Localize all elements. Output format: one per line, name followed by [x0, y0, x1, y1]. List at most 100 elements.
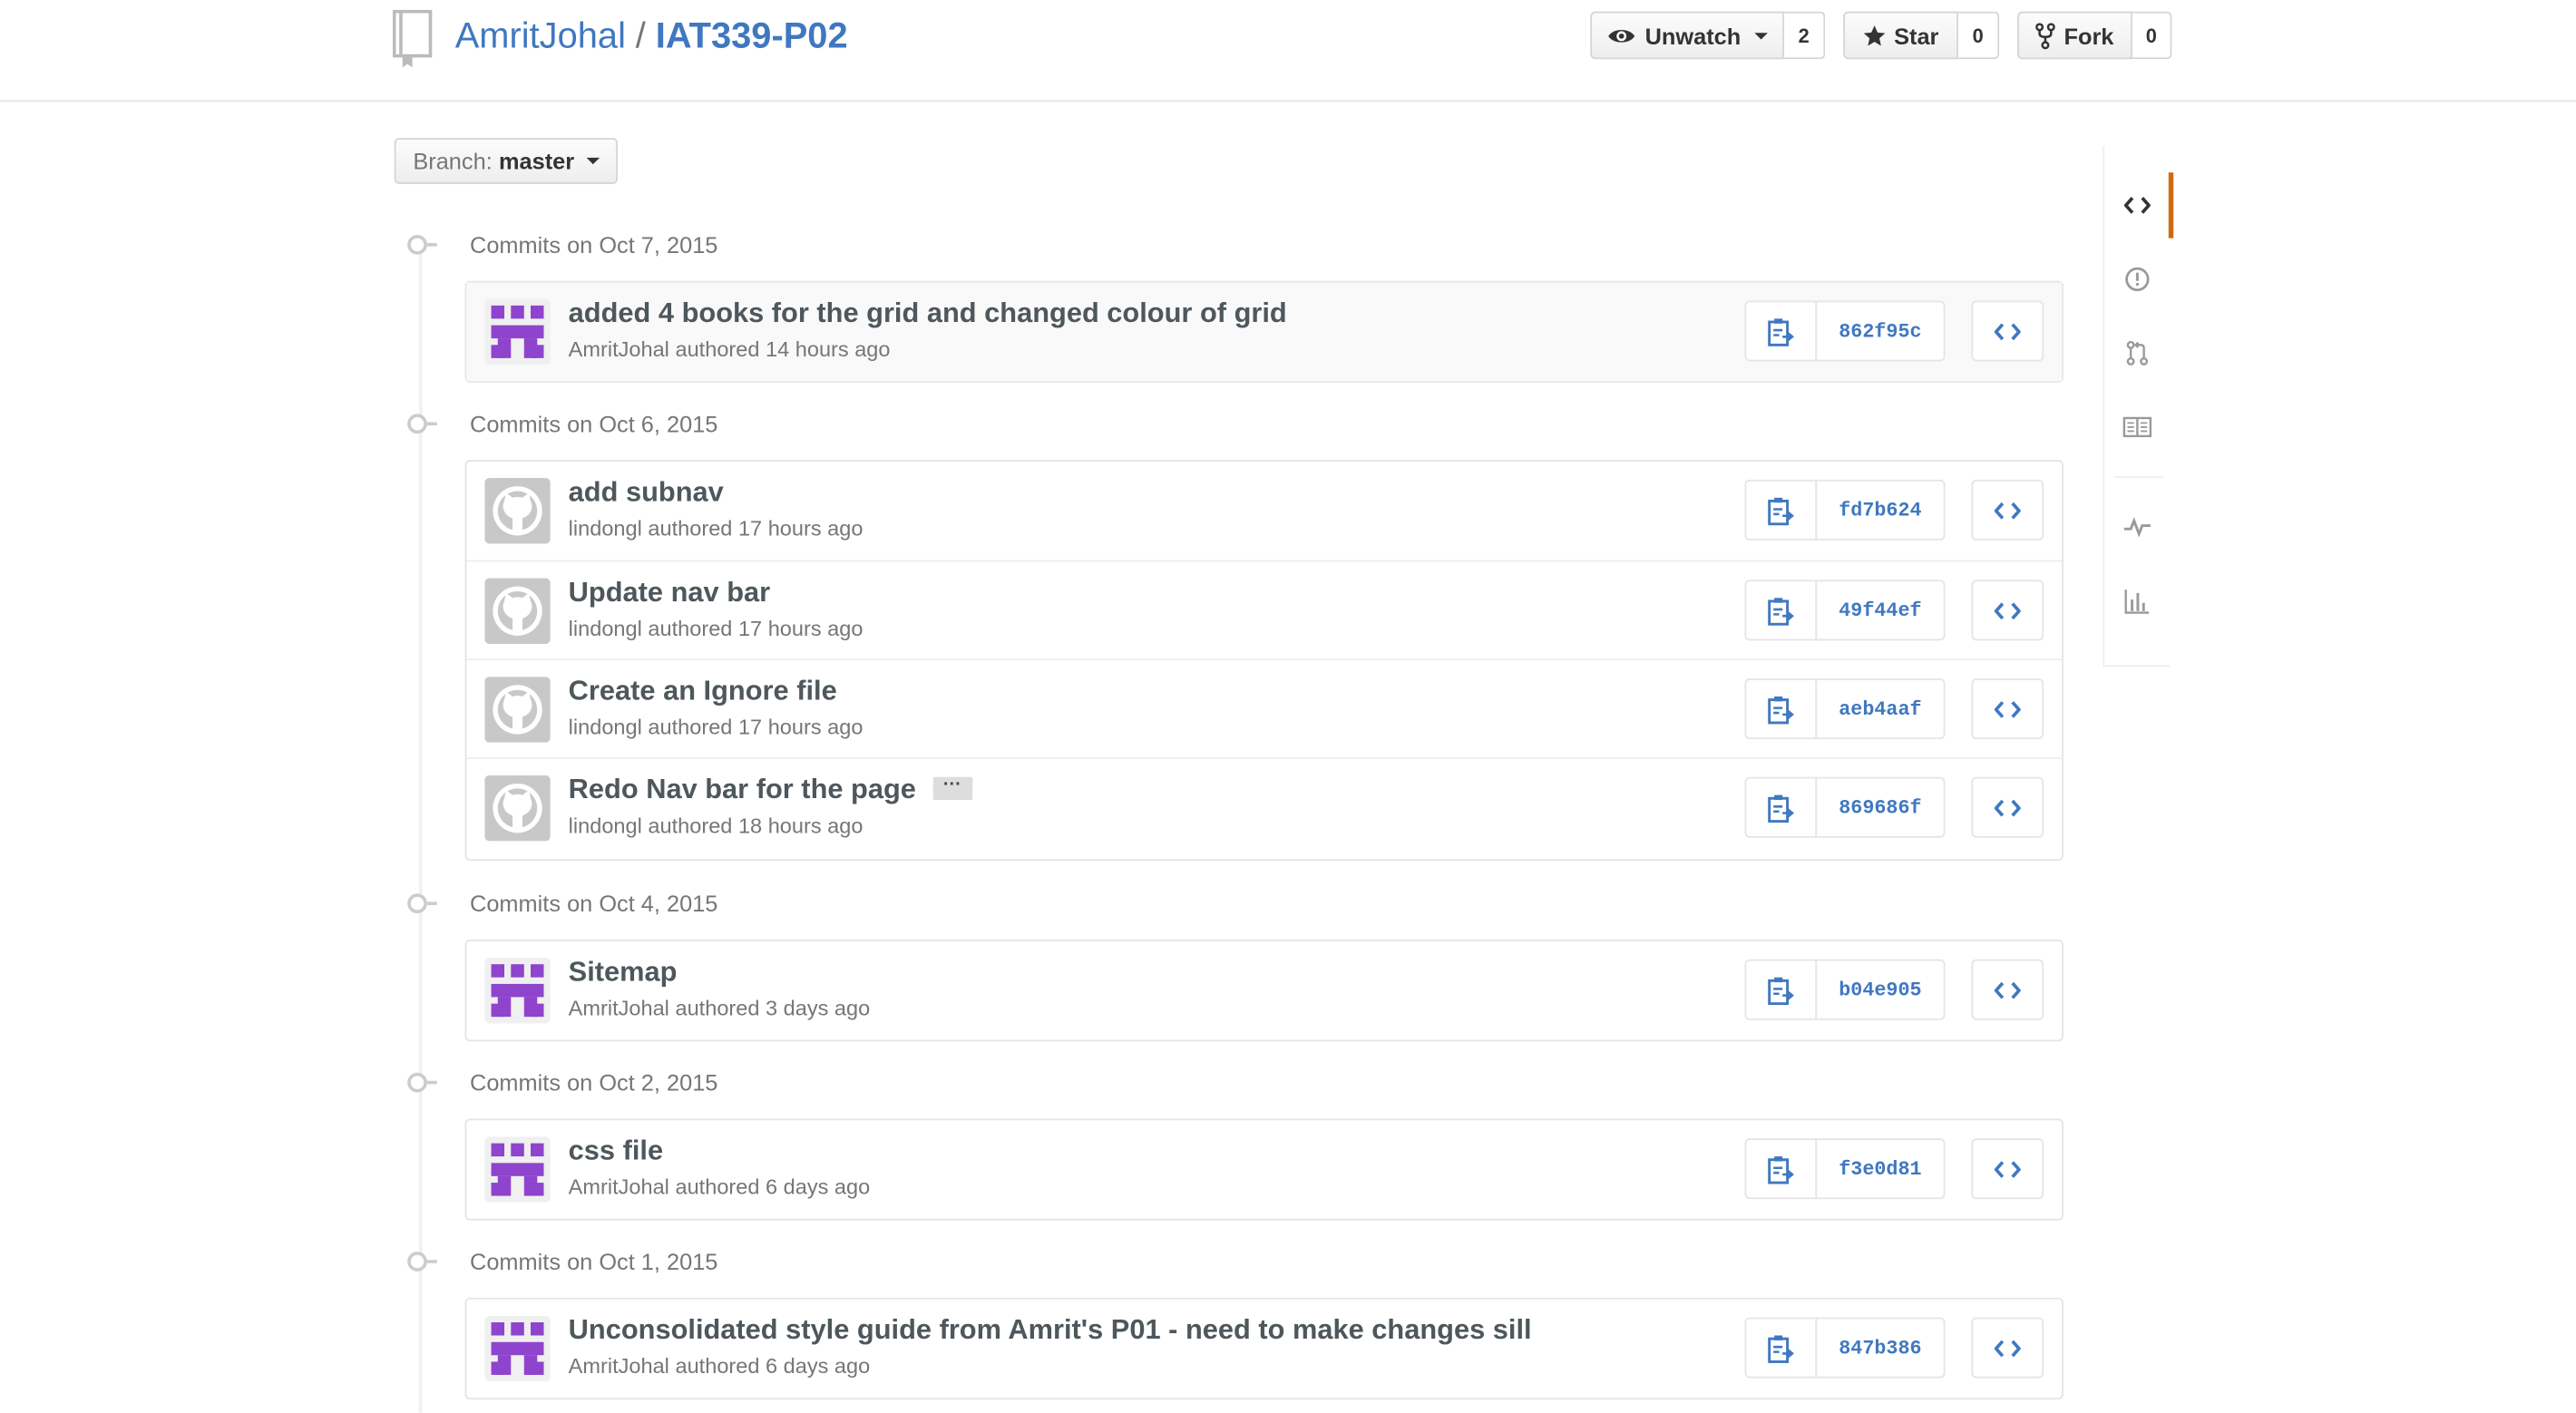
commit-sha-link[interactable]: 49f44ef: [1815, 580, 1946, 641]
copy-sha-button[interactable]: [1744, 300, 1818, 362]
nav-issues[interactable]: [2104, 247, 2170, 312]
copy-sha-button[interactable]: [1744, 1317, 1818, 1379]
browse-code-button[interactable]: [1971, 580, 2044, 641]
commit-group: Sitemap AmritJohal authored 3 days ago b…: [464, 940, 2064, 1042]
commit-sha-link[interactable]: 847b386: [1815, 1317, 1946, 1379]
repo-separator: /: [635, 15, 646, 56]
commit-sha-link[interactable]: 869686f: [1815, 776, 1946, 838]
commit-dot-icon: [407, 1072, 427, 1093]
browse-code-button[interactable]: [1971, 678, 2044, 740]
branch-value: master: [498, 148, 575, 174]
commit-message-link[interactable]: css file: [569, 1135, 663, 1168]
commit-sha-link[interactable]: f3e0d81: [1815, 1138, 1946, 1200]
copy-sha-button[interactable]: [1744, 959, 1818, 1020]
commit-day-date: Commits on Oct 4, 2015: [470, 890, 718, 917]
copy-sha-button[interactable]: [1744, 776, 1818, 838]
commit-meta: AmritJohal authored 14 hours ago: [568, 336, 891, 362]
commit-day-header: Commits on Oct 1, 2015: [405, 1245, 717, 1278]
star-button[interactable]: Star: [1843, 11, 1958, 60]
commit-sha-link[interactable]: b04e905: [1815, 959, 1946, 1020]
commit-message-link[interactable]: Create an Ignore file: [569, 675, 837, 707]
commit-row: Create an Ignore file lindongl authored …: [466, 658, 2063, 757]
commit-dot-icon: [407, 235, 427, 255]
commit-sha-link[interactable]: aeb4aaf: [1815, 678, 1946, 740]
commit-author-link[interactable]: lindongl: [569, 814, 642, 838]
browse-code-button[interactable]: [1971, 959, 2044, 1020]
issues-icon: [2125, 267, 2150, 292]
commit-dot-icon: [407, 1252, 427, 1272]
nav-pulse[interactable]: [2104, 494, 2170, 560]
commit-meta: AmritJohal authored 6 days ago: [568, 1353, 871, 1379]
identicon-avatar[interactable]: [484, 1315, 551, 1382]
octocat-avatar[interactable]: [484, 578, 551, 644]
commit-author-link[interactable]: lindongl: [569, 616, 642, 640]
octocat-avatar[interactable]: [484, 775, 551, 842]
clipboard-icon: [1768, 976, 1794, 1005]
commit-author-link[interactable]: AmritJohal: [569, 996, 669, 1020]
copy-sha-button[interactable]: [1744, 479, 1818, 541]
code-icon: [1994, 700, 2021, 717]
identicon-avatar[interactable]: [484, 1136, 551, 1203]
commit-message: Redo Nav bar for the page ···: [569, 774, 972, 806]
copy-sha-button[interactable]: [1744, 678, 1818, 740]
browse-code-button[interactable]: [1971, 479, 2044, 541]
commit-dot-icon: [407, 893, 427, 914]
commit-author-link[interactable]: AmritJohal: [569, 1353, 669, 1378]
commit-author-link[interactable]: AmritJohal: [569, 336, 669, 361]
nav-graphs[interactable]: [2104, 569, 2170, 634]
commit-day-date: Commits on Oct 6, 2015: [470, 410, 718, 437]
browse-code-button[interactable]: [1971, 300, 2044, 362]
copy-sha-button[interactable]: [1744, 1138, 1818, 1200]
watchers-count[interactable]: 2: [1783, 11, 1826, 60]
commit-day-header: Commits on Oct 4, 2015: [405, 887, 718, 920]
nav-code[interactable]: [2104, 172, 2174, 239]
repo-owner-link[interactable]: AmritJohal: [455, 15, 626, 55]
code-icon: [1994, 502, 2021, 519]
commit-message-link[interactable]: Unconsolidated style guide from Amrit's …: [569, 1314, 1532, 1347]
code-icon: [1994, 1160, 2021, 1178]
octocat-avatar[interactable]: [484, 478, 551, 544]
commit-sha-link[interactable]: fd7b624: [1815, 479, 1946, 541]
commit-time: 17 hours ago: [737, 616, 864, 641]
browse-code-button[interactable]: [1971, 1138, 2044, 1200]
fork-button[interactable]: Fork: [2017, 11, 2132, 60]
stargazers-count[interactable]: 0: [1957, 11, 2000, 60]
commit-row: Sitemap AmritJohal authored 3 days ago b…: [466, 941, 2062, 1040]
forks-count[interactable]: 0: [2132, 11, 2172, 60]
unwatch-button[interactable]: Unwatch: [1590, 11, 1784, 60]
commit-dot-icon: [407, 414, 427, 434]
commit-group: Unconsolidated style guide from Amrit's …: [464, 1297, 2064, 1400]
commit-meta: AmritJohal authored 3 days ago: [568, 995, 871, 1020]
commit-time: 17 hours ago: [737, 515, 864, 541]
commit-author-link[interactable]: lindongl: [569, 516, 642, 541]
octocat-avatar[interactable]: [484, 677, 551, 743]
code-icon: [1994, 322, 2021, 340]
code-icon: [1994, 980, 2021, 999]
commit-meta: AmritJohal authored 6 days ago: [568, 1174, 871, 1200]
commit-message-link[interactable]: added 4 books for the grid and changed c…: [569, 297, 1287, 330]
commit-row: css file AmritJohal authored 6 days ago …: [466, 1120, 2062, 1219]
commit-sha-link[interactable]: 862f95c: [1815, 300, 1946, 362]
commit-message-link[interactable]: Sitemap: [569, 956, 678, 989]
expand-message-button[interactable]: ···: [932, 775, 972, 800]
repo-side-nav: [2103, 146, 2174, 668]
commit-time: 6 days ago: [766, 1353, 871, 1379]
nav-pull-requests[interactable]: [2104, 320, 2170, 385]
commit-message-link[interactable]: Update nav bar: [569, 577, 770, 609]
commit-author-link[interactable]: AmritJohal: [569, 1174, 669, 1199]
identicon-avatar[interactable]: [484, 298, 551, 365]
nav-wiki[interactable]: [2104, 395, 2170, 460]
graphs-icon: [2124, 590, 2150, 614]
browse-code-button[interactable]: [1971, 1317, 2044, 1379]
copy-sha-button[interactable]: [1744, 580, 1818, 641]
commit-day-header: Commits on Oct 6, 2015: [405, 407, 718, 440]
pull-request-icon: [2126, 340, 2149, 365]
commit-message-link[interactable]: Redo Nav bar for the page: [569, 774, 916, 804]
commit-group: css file AmritJohal authored 6 days ago …: [464, 1118, 2064, 1221]
commit-author-link[interactable]: lindongl: [569, 715, 642, 739]
identicon-avatar[interactable]: [484, 957, 551, 1024]
browse-code-button[interactable]: [1971, 776, 2044, 838]
repo-name-link[interactable]: IAT339-P02: [656, 15, 848, 55]
commit-message-link[interactable]: add subnav: [569, 476, 724, 509]
branch-select[interactable]: Branch: master: [394, 138, 619, 184]
